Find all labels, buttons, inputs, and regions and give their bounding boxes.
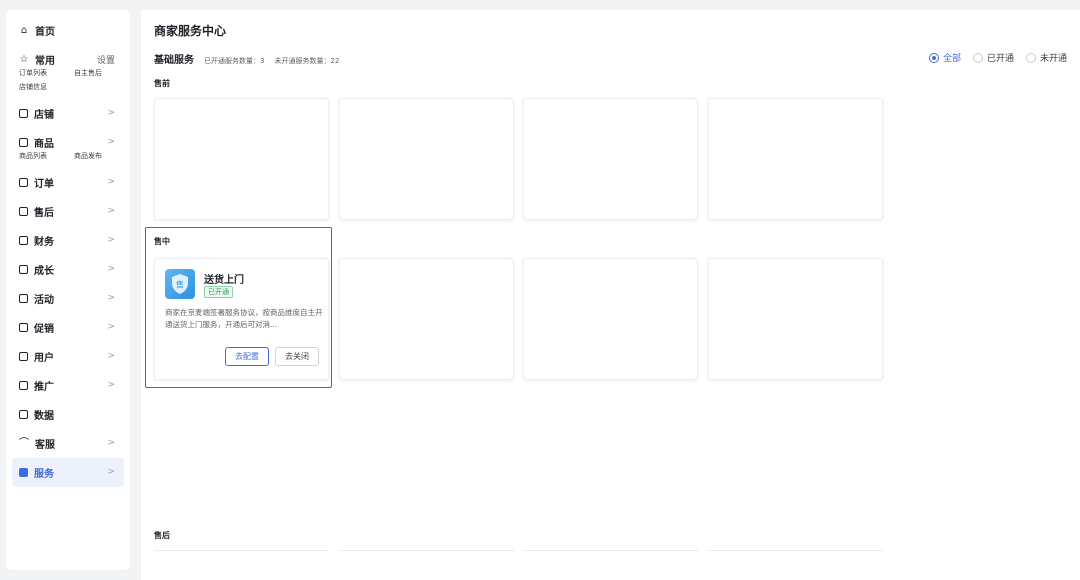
nav-services-label: 服务	[34, 469, 54, 480]
after-sales-icon	[19, 207, 28, 216]
section-after-sale: 售后	[154, 531, 170, 540]
nav-label: 用户	[34, 353, 54, 364]
quick-link[interactable]: 店铺信息	[19, 82, 74, 93]
chevron-right-icon: >	[107, 137, 115, 147]
chevron-right-icon: >	[107, 108, 115, 118]
home-icon: ⌂	[20, 24, 28, 36]
section-pre-sale: 售前	[154, 79, 170, 88]
service-card-empty	[523, 258, 698, 380]
radio-checked-icon	[928, 52, 939, 63]
unopened-count: 未开通服务数量：22	[274, 57, 340, 65]
radio-icon	[1025, 52, 1036, 63]
service-description: 商家在京麦端签署服务协议，按商品维度自主开通送货上门服务，开通后可对消...	[165, 308, 323, 329]
filter-label: 全部	[942, 54, 961, 64]
chevron-right-icon: >	[107, 293, 115, 303]
configure-button[interactable]: 去配置	[225, 347, 269, 366]
close-service-button[interactable]: 去关闭	[275, 347, 319, 366]
service-card-empty	[154, 98, 329, 220]
service-card-empty	[523, 550, 698, 551]
service-icon-glyph: 售	[176, 280, 184, 290]
opened-count: 已开通服务数量：3	[204, 57, 265, 65]
order-icon	[19, 178, 28, 187]
headset-icon: ⌒	[19, 437, 29, 449]
nav-marketing[interactable]: 推广 >	[6, 371, 130, 400]
marketing-icon	[19, 381, 28, 390]
nav-product-label: 商品	[34, 139, 54, 150]
filter-unopened[interactable]: 未开通	[1025, 51, 1067, 64]
nav-home[interactable]: ⌂ 首页	[6, 16, 130, 45]
filter-label: 已开通	[986, 54, 1014, 64]
promotion-icon	[19, 323, 28, 332]
chevron-right-icon: >	[107, 467, 115, 477]
services-icon	[19, 468, 28, 477]
service-card-empty	[708, 98, 883, 220]
chevron-right-icon: >	[107, 351, 115, 361]
nav-users[interactable]: 用户 >	[6, 342, 130, 371]
chevron-right-icon: >	[107, 235, 115, 245]
filter-opened[interactable]: 已开通	[972, 51, 1014, 64]
chevron-right-icon: >	[107, 177, 115, 187]
nav-shop-label: 店铺	[34, 110, 54, 121]
nav-shop[interactable]: 店铺 >	[6, 99, 130, 128]
nav-common-label: 常用	[35, 56, 55, 67]
activity-icon	[19, 294, 28, 303]
filter-label: 未开通	[1039, 54, 1067, 64]
sidebar: ⌂ 首页 ☆ 常用 设置 订单列表 自主售后 店铺信息 店铺 > 商品 > 商品…	[6, 10, 130, 570]
service-card-empty	[708, 258, 883, 380]
nav-data-label: 数据	[34, 411, 54, 422]
nav-services[interactable]: 服务 >	[12, 458, 124, 487]
nav-orders[interactable]: 订单 >	[6, 168, 130, 197]
service-card-empty	[154, 550, 329, 551]
nav-label: 活动	[34, 295, 54, 306]
nav-label: 订单	[34, 179, 54, 190]
service-card-delivery[interactable]: 售 送货上门 已开通 商家在京麦端签署服务协议，按商品维度自主开通送货上门服务，…	[154, 258, 329, 380]
nav-growth[interactable]: 成长 >	[6, 255, 130, 284]
shield-icon: 售	[165, 269, 195, 299]
user-icon	[19, 352, 28, 361]
nav-common[interactable]: ☆ 常用 设置	[6, 45, 130, 74]
nav-finance[interactable]: 财务 >	[6, 226, 130, 255]
filter-all[interactable]: 全部	[928, 51, 961, 64]
chevron-right-icon: >	[107, 206, 115, 216]
nav-data[interactable]: 数据	[6, 400, 130, 429]
nav-cs-label: 客服	[35, 440, 55, 451]
radio-icon	[972, 52, 983, 63]
chevron-right-icon: >	[107, 438, 115, 448]
service-card-empty	[339, 258, 514, 380]
data-icon	[19, 410, 28, 419]
basic-services-title: 基础服务	[154, 55, 194, 66]
nav-label: 售后	[34, 208, 54, 219]
main-panel: 商家服务中心 基础服务 已开通服务数量：3 未开通服务数量：22 全部 已开通 …	[141, 10, 1080, 580]
chevron-right-icon: >	[107, 380, 115, 390]
nav-after-sales[interactable]: 售后 >	[6, 197, 130, 226]
nav-product[interactable]: 商品 >	[6, 128, 130, 157]
chevron-right-icon: >	[107, 322, 115, 332]
nav-customer-service[interactable]: ⌒ 客服 >	[6, 429, 130, 458]
nav-label: 促销	[34, 324, 54, 335]
nav-label: 财务	[34, 237, 54, 248]
status-filter: 全部 已开通 未开通	[928, 51, 1067, 64]
nav-home-label: 首页	[35, 27, 55, 38]
finance-icon	[19, 236, 28, 245]
nav-label: 推广	[34, 382, 54, 393]
star-icon: ☆	[19, 53, 29, 65]
status-badge: 已开通	[204, 286, 233, 298]
service-card-empty	[708, 550, 883, 551]
settings-link[interactable]: 设置	[97, 53, 115, 66]
service-card-empty	[523, 98, 698, 220]
growth-icon	[19, 265, 28, 274]
product-icon	[19, 138, 28, 147]
basic-services-header: 基础服务 已开通服务数量：3 未开通服务数量：22	[154, 51, 349, 66]
nav-activity[interactable]: 活动 >	[6, 284, 130, 313]
nav-promotion[interactable]: 促销 >	[6, 313, 130, 342]
page-title: 商家服务中心	[154, 24, 227, 38]
service-card-empty	[339, 550, 514, 551]
service-card-empty	[339, 98, 514, 220]
nav-label: 成长	[34, 266, 54, 277]
shop-icon	[19, 109, 28, 118]
chevron-right-icon: >	[107, 264, 115, 274]
service-name: 送货上门	[204, 275, 244, 286]
